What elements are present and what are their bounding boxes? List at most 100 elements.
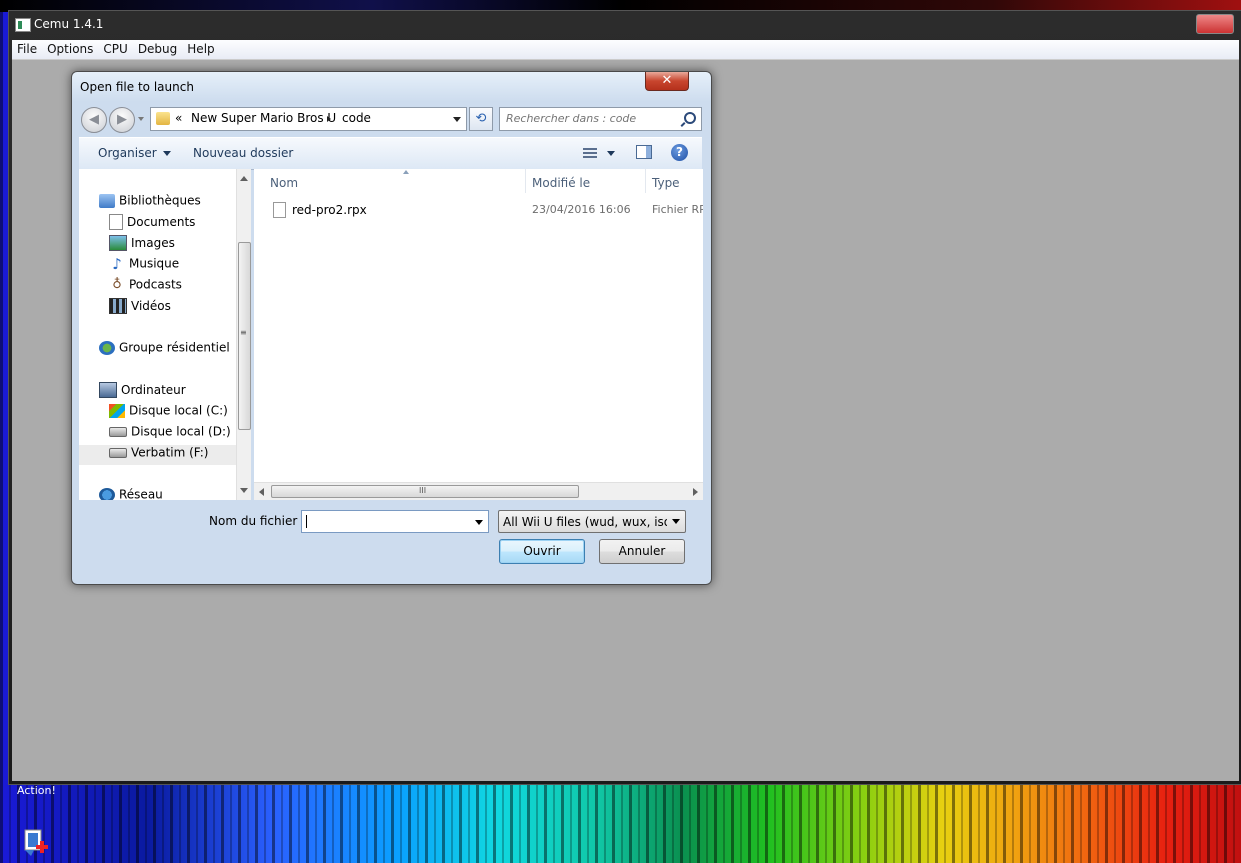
view-options-icon[interactable]: [583, 148, 597, 158]
file-modified-date: 23/04/2016 16:06: [532, 203, 631, 216]
breadcrumb-separator-icon[interactable]: [327, 116, 331, 122]
scrollbar-thumb[interactable]: ≡: [238, 242, 251, 430]
documents-icon: [109, 214, 123, 230]
homegroup-icon: [99, 340, 115, 355]
nav-item-images[interactable]: Images: [109, 235, 175, 255]
nav-item-label: Images: [131, 236, 175, 250]
dialog-close-button[interactable]: ✕: [645, 72, 689, 91]
open-file-dialog: Open file to launch ✕ ◀ ▶ « New Super Ma…: [71, 71, 712, 585]
filename-input[interactable]: [304, 512, 464, 530]
nav-item-label: Disque local (C:): [129, 403, 228, 418]
filetype-dropdown-icon[interactable]: [672, 519, 680, 524]
cemu-close-button[interactable]: [1196, 14, 1234, 34]
column-header-label: Nom: [270, 176, 299, 190]
folder-icon: [156, 112, 170, 125]
nav-item-label: Verbatim (F:): [131, 445, 209, 460]
back-arrow-icon[interactable]: ◀: [81, 107, 107, 133]
nav-item-label: Réseau: [119, 487, 163, 501]
library-icon: [99, 193, 115, 208]
images-icon: [109, 235, 127, 251]
nav-item-label: Ordinateur: [121, 383, 186, 397]
file-type: Fichier RP: [652, 203, 703, 216]
navigation-pane: Bibliothèques Documents Images ♪ Musique …: [79, 169, 251, 500]
nav-item-videos[interactable]: Vidéos: [109, 298, 171, 318]
horizontal-scrollbar-thumb[interactable]: III: [271, 485, 579, 498]
cancel-button[interactable]: Annuler: [599, 539, 685, 564]
nav-item-homegroup[interactable]: Groupe résidentiel: [99, 340, 230, 360]
nav-item-local-disk-c[interactable]: Disque local (C:): [109, 403, 228, 423]
new-folder-button[interactable]: Nouveau dossier: [193, 146, 293, 160]
drive-icon: [109, 426, 127, 437]
help-icon[interactable]: ?: [671, 144, 688, 161]
scroll-left-arrow-icon[interactable]: [259, 488, 264, 496]
nav-item-label: Vidéos: [131, 299, 171, 313]
filetype-selected-value: All Wii U files (wud, wux, iso, wad, rpx…: [503, 515, 667, 529]
forward-arrow-icon[interactable]: ▶: [109, 107, 135, 133]
cemu-menubar: File Options CPU Debug Help: [12, 40, 1239, 60]
nav-pane-scrollbar[interactable]: ≡: [236, 169, 251, 500]
nav-item-computer[interactable]: Ordinateur: [99, 382, 186, 402]
filename-label: Nom du fichier :: [209, 514, 306, 528]
desktop-shortcut-icon[interactable]: [22, 828, 50, 860]
scroll-grip-icon: III: [419, 486, 427, 495]
scroll-up-arrow-icon[interactable]: [240, 176, 248, 181]
search-input[interactable]: [502, 109, 680, 127]
scroll-right-arrow-icon[interactable]: [693, 488, 698, 496]
music-icon: ♪: [112, 254, 122, 273]
address-overflow-chevron[interactable]: «: [175, 111, 182, 125]
search-icon[interactable]: [684, 112, 696, 124]
scroll-grip-icon: ≡: [240, 328, 247, 337]
computer-icon: [99, 382, 117, 398]
nav-item-libraries[interactable]: Bibliothèques: [99, 193, 201, 213]
column-header-type[interactable]: Type: [646, 169, 703, 193]
videos-icon: [109, 298, 127, 314]
address-bar[interactable]: « New Super Mario Bros U code: [150, 107, 467, 131]
address-dropdown-icon[interactable]: [453, 117, 461, 122]
filename-combobox[interactable]: [301, 510, 489, 533]
view-options-dropdown-icon[interactable]: [607, 151, 615, 156]
file-row[interactable]: red-pro2.rpx 23/04/2016 16:06 Fichier RP: [254, 199, 703, 219]
cemu-titlebar[interactable]: Cemu 1.4.1: [9, 11, 1241, 39]
nav-item-label: Groupe résidentiel: [119, 340, 230, 355]
network-icon: [99, 487, 115, 500]
nav-item-podcasts[interactable]: ♁ Podcasts: [109, 277, 182, 297]
menu-cpu[interactable]: CPU: [98, 40, 132, 58]
filetype-select[interactable]: All Wii U files (wud, wux, iso, wad, rpx…: [498, 510, 686, 533]
column-header-modified[interactable]: Modifié le: [526, 169, 646, 193]
breadcrumb-new-super-mario-bros-u[interactable]: New Super Mario Bros U: [191, 111, 336, 125]
menu-options[interactable]: Options: [42, 40, 98, 58]
dialog-title: Open file to launch: [80, 80, 194, 94]
organize-button[interactable]: Organiser: [98, 146, 171, 160]
file-name: red-pro2.rpx: [292, 203, 367, 217]
menu-debug[interactable]: Debug: [133, 40, 182, 58]
podcasts-icon: ♁: [112, 276, 122, 292]
nav-item-label: Musique: [129, 256, 180, 271]
preview-pane-icon[interactable]: [636, 145, 652, 159]
search-box[interactable]: [499, 107, 702, 131]
chevron-down-icon: [162, 151, 171, 156]
menu-help[interactable]: Help: [182, 40, 219, 58]
recent-locations-dropdown[interactable]: [138, 117, 144, 121]
file-list-horizontal-scrollbar[interactable]: III: [254, 482, 703, 500]
command-toolbar: Organiser Nouveau dossier ?: [79, 137, 702, 170]
column-header-name[interactable]: Nom: [264, 169, 526, 193]
text-caret: [306, 515, 307, 528]
usb-drive-icon: [109, 447, 127, 458]
nav-item-local-disk-d[interactable]: Disque local (D:): [109, 424, 231, 444]
scroll-down-arrow-icon[interactable]: [240, 488, 248, 493]
column-header-label: Modifié le: [532, 176, 591, 190]
filename-dropdown-icon[interactable]: [475, 520, 483, 525]
windows-drive-icon: [109, 403, 125, 418]
nav-item-documents[interactable]: Documents: [109, 214, 195, 234]
breadcrumb-code[interactable]: code: [342, 111, 371, 125]
open-button[interactable]: Ouvrir: [499, 539, 585, 564]
nav-item-label: Documents: [127, 215, 196, 229]
nav-item-music[interactable]: ♪ Musique: [109, 256, 179, 276]
cemu-app-icon: [15, 18, 31, 32]
nav-item-network[interactable]: Réseau: [99, 487, 163, 500]
file-icon: [273, 202, 286, 218]
nav-item-verbatim-f[interactable]: Verbatim (F:): [79, 445, 236, 465]
refresh-icon[interactable]: ⟲: [469, 107, 493, 131]
desktop-action-label: Action!: [17, 784, 56, 797]
menu-file[interactable]: File: [12, 40, 42, 58]
